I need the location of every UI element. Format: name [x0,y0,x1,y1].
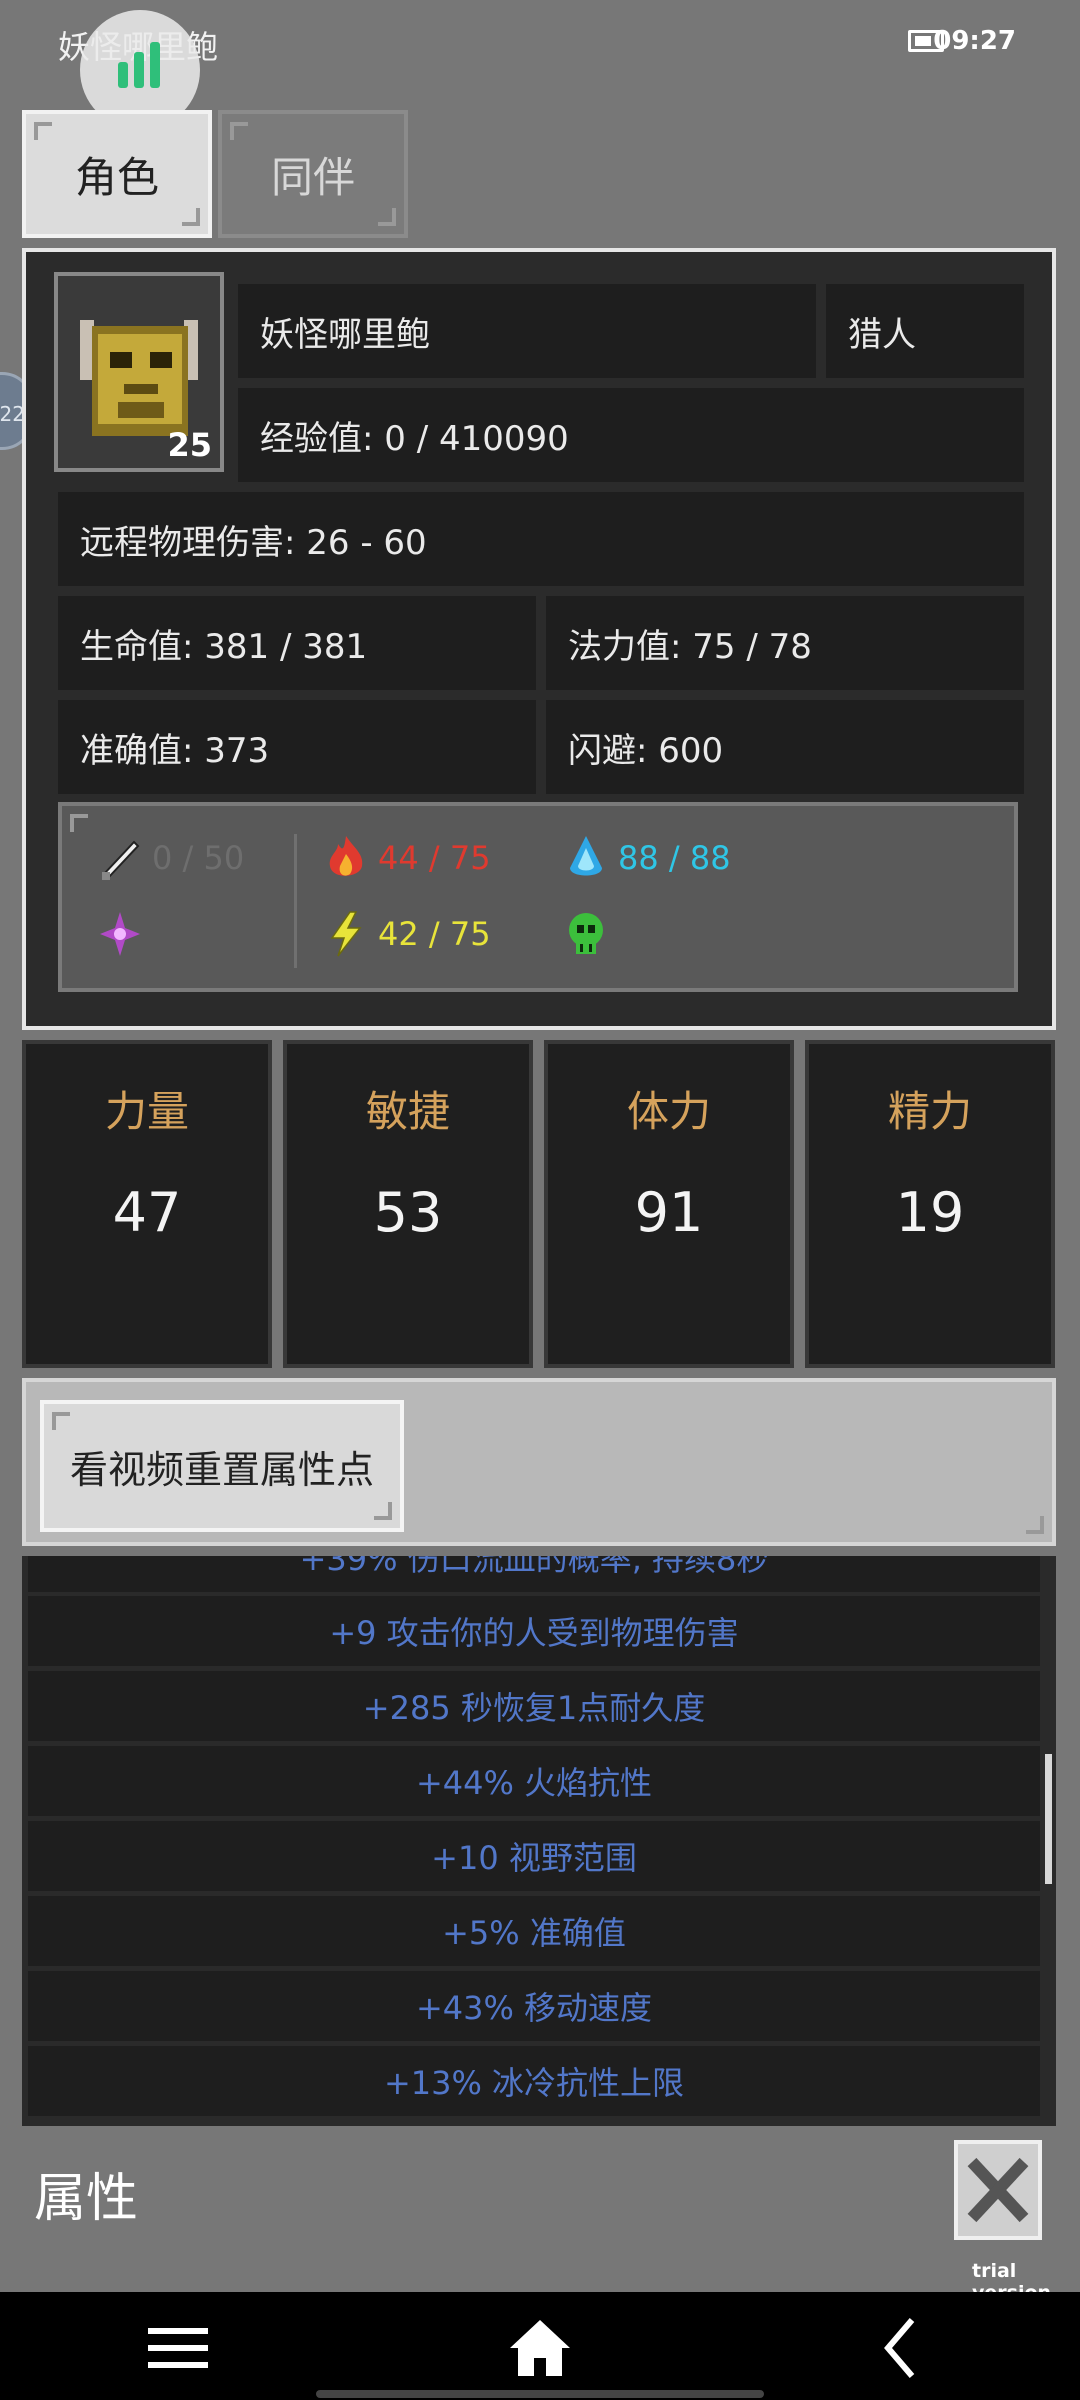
resistance-panel: 0 / 50 44 / 75 88 / 88 42 / 75 [58,802,1018,992]
dodge-value: 闪避: 600 [546,700,1024,794]
tab-partner-label: 同伴 [270,152,355,202]
corner-decoration [52,1412,70,1430]
close-icon [967,2157,1029,2223]
corner-decoration [1026,1516,1044,1534]
resist-fire-value: 44 / 75 [378,839,491,877]
corner-decoration [378,208,396,226]
stat-energy: 精力 19 [805,1040,1055,1368]
stat-energy-value: 19 [895,1181,965,1244]
list-item: +5% 准确值 [28,1896,1040,1966]
arcane-icon [100,912,140,956]
stat-agility-label: 敏捷 [365,1087,450,1136]
water-icon [570,836,602,876]
fire-icon [329,836,363,876]
stat-stamina: 体力 91 [544,1040,794,1368]
list-item: +285 秒恢复1点耐久度 [28,1671,1040,1741]
page-title: 属性 [34,2169,139,2229]
back-icon[interactable] [870,2316,934,2380]
list-item: +43% 移动速度 [28,1971,1040,2041]
resist-poison [564,910,618,958]
resist-lightning-value: 42 / 75 [378,915,491,953]
tab-character-label: 角色 [74,152,159,202]
character-panel: 25 妖怪哪里鲍 猎人 经验值: 0 / 410090 远程物理伤害: 26 -… [22,248,1056,1030]
stat-strength-value: 47 [112,1181,182,1244]
list-item: +44% 火焰抗性 [28,1746,1040,1816]
stat-strength: 力量 47 [22,1040,272,1368]
tab-partner[interactable]: 同伴 [218,110,408,238]
corner-decoration [374,1502,392,1520]
close-button[interactable] [954,2140,1042,2240]
stat-strength-label: 力量 [104,1087,189,1136]
attribute-list[interactable]: +39% 伤口流血的概率, 持续8秒 +9 攻击你的人受到物理伤害 +285 秒… [22,1556,1056,2126]
reset-bar: 看视频重置属性点 [22,1378,1056,1546]
resist-water: 88 / 88 [564,834,731,882]
ranged-damage: 远程物理伤害: 26 - 60 [58,492,1024,586]
lightning-icon [330,911,362,957]
reset-attributes-button[interactable]: 看视频重置属性点 [40,1400,404,1532]
divider [294,834,297,968]
reset-attributes-label: 看视频重置属性点 [69,1447,374,1492]
stat-stamina-label: 体力 [626,1087,711,1136]
list-item: +9 攻击你的人受到物理伤害 [28,1596,1040,1666]
home-indicator[interactable] [316,2390,764,2398]
mp-value: 法力值: 75 / 78 [546,596,1024,690]
poison-icon [569,913,603,954]
level-badge: 25 [167,426,212,464]
hp-value: 生命值: 381 / 381 [58,596,536,690]
list-item: +10 视野范围 [28,1821,1040,1891]
resist-physical-value: 0 / 50 [152,839,245,877]
list-item: +39% 伤口流血的概率, 持续8秒 [28,1556,1040,1592]
navigation-bar [0,2292,1080,2400]
list-item: +13% 冰冷抗性上限 [28,2046,1040,2116]
stat-agility-value: 53 [373,1181,443,1244]
experience-value: 经验值: 0 / 410090 [238,388,1024,482]
resist-fire: 44 / 75 [324,834,491,882]
character-name: 妖怪哪里鲍 [238,284,816,378]
corner-decoration [70,814,88,832]
corner-decoration [182,208,200,226]
physical-icon [102,840,140,880]
corner-decoration [34,122,52,140]
resist-physical: 0 / 50 [98,834,244,882]
accuracy-value: 准确值: 373 [58,700,536,794]
tab-character[interactable]: 角色 [22,110,212,238]
stat-agility: 敏捷 53 [283,1040,533,1368]
avatar: 25 [54,272,224,472]
corner-decoration [230,122,248,140]
status-time: 09:27 [933,26,1016,56]
resist-water-value: 88 / 88 [618,839,731,877]
menu-icon[interactable] [146,2316,210,2380]
stat-stamina-value: 91 [634,1181,704,1244]
character-class: 猎人 [826,284,1024,378]
home-icon[interactable] [508,2316,572,2380]
scrollbar[interactable] [1045,1754,1052,1884]
resist-arcane [98,910,152,958]
resist-lightning: 42 / 75 [324,910,491,958]
stat-energy-label: 精力 [887,1087,972,1136]
